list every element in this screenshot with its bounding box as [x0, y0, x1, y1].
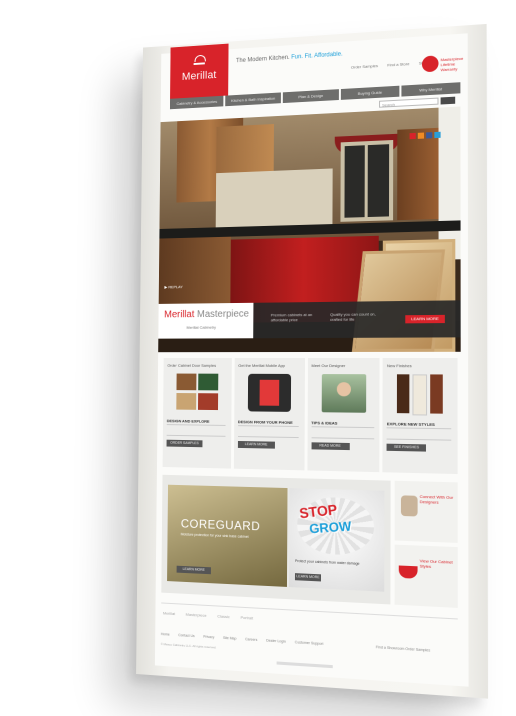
stop-grow-button[interactable]: LEARN MORE	[294, 573, 322, 582]
card-heading: Meet Our Designer	[311, 363, 346, 369]
nav-item-cabinetry[interactable]: Cabinetry & Accessories	[169, 95, 224, 110]
search-input[interactable]: Search	[379, 97, 439, 108]
hero-right-cabinets	[397, 127, 439, 221]
footer-link[interactable]: Dealer Login	[266, 638, 286, 643]
feature-cards: Order Cabinet Door Samples DESIGN AND EX…	[162, 357, 458, 475]
warranty-seal-icon	[421, 55, 439, 73]
website-page: Merillat The Modern Kitchen. Fun. Fit. A…	[154, 33, 469, 687]
poster-board: Merillat The Modern Kitchen. Fun. Fit. A…	[136, 23, 488, 699]
nav-item-buying-guide[interactable]: Buying Guide	[341, 85, 400, 100]
footer-brand-logos: Merillat Masterpiece Classic Portrait	[163, 610, 263, 621]
designer-read-more-button[interactable]: READ MORE	[311, 442, 350, 451]
card-title: DESIGN FROM YOUR PHONE	[237, 419, 293, 425]
card-title: EXPLORE NEW STYLES	[386, 421, 435, 427]
cabinet-styles-promo[interactable]: View Our Cabinet Styles	[394, 544, 458, 608]
card-heading: New Finishes	[386, 363, 412, 369]
search-button[interactable]	[440, 96, 456, 105]
replay-button[interactable]: REPLAY	[164, 284, 183, 289]
footer-link[interactable]: Contact Us	[178, 633, 195, 638]
footer-link[interactable]: Home	[161, 632, 170, 636]
coreguard-subtitle: Moisture protection for your sink base c…	[180, 532, 249, 539]
order-samples-button[interactable]: ORDER SAMPLES	[166, 439, 203, 448]
warranty-seal-text[interactable]: Masterpiece Lifetime Warranty	[441, 56, 468, 72]
footer: Merillat Masterpiece Classic Portrait Ho…	[161, 602, 458, 686]
email-icon[interactable]	[409, 132, 416, 140]
promo-subtitle: Merillat Cabinetry	[186, 324, 216, 330]
coreguard-title: COREGUARD	[180, 516, 261, 534]
card-divider	[166, 424, 226, 437]
promo-title: Merillat Masterpiece	[164, 309, 249, 321]
phone-icon	[247, 373, 291, 412]
card-divider	[386, 427, 452, 441]
sidebar-promos: Connect With Our Designers View Our Cabi…	[394, 480, 458, 608]
hero-backsplash	[215, 168, 333, 232]
hero-window	[340, 139, 394, 222]
feature-panel: COREGUARD Moisture protection for your s…	[161, 474, 391, 605]
footer-logo-masterpiece[interactable]: Masterpiece	[186, 612, 207, 618]
card-door-samples: Order Cabinet Door Samples DESIGN AND EX…	[162, 357, 232, 469]
hero-promo-bar: Merillat Masterpiece Merillat Cabinetry …	[158, 300, 461, 339]
designer-connect-text: Connect With Our Designers	[419, 493, 454, 505]
merillat-logo[interactable]: Merillat	[170, 43, 229, 99]
footer-link[interactable]: Careers	[245, 637, 257, 642]
grow-word: GROW	[308, 518, 353, 537]
twitter-icon[interactable]	[434, 131, 441, 139]
card-heading: Get the Merillat Mobile App	[238, 362, 286, 368]
card-divider	[311, 426, 374, 440]
coreguard-promo[interactable]: COREGUARD Moisture protection for your s…	[167, 484, 288, 587]
nav-item-plan-design[interactable]: Plan & Design	[282, 89, 340, 104]
nav-item-inspiration[interactable]: Kitchen & Bath Inspiration	[225, 92, 281, 107]
tagline-start: The Modern Kitchen.	[235, 54, 290, 65]
designer-photo	[321, 374, 366, 413]
app-learn-more-button[interactable]: LEARN MORE	[237, 440, 275, 449]
footer-link[interactable]: Customer Support	[295, 640, 324, 646]
top-link-order-samples[interactable]: Order Samples	[351, 63, 378, 70]
card-title: DESIGN AND EXPLORE	[166, 418, 210, 424]
footer-right-links[interactable]: Find a Showroom Order Samples	[376, 645, 430, 652]
designer-avatar	[400, 495, 418, 517]
card-designer: Meet Our Designer TIPS & IDEAS READ MORE	[306, 357, 380, 473]
rss-icon[interactable]	[417, 132, 425, 139]
card-new-finishes: New Finishes EXPLORE NEW STYLES SEE FINI…	[382, 357, 458, 475]
card-title: TIPS & IDEAS	[311, 420, 338, 426]
card-heading: Order Cabinet Door Samples	[167, 362, 217, 368]
crown-icon	[193, 54, 205, 66]
footer-link[interactable]: Site Map	[223, 636, 236, 641]
logo-text: Merillat	[181, 69, 217, 83]
tagline-highlight: Fun. Fit. Affordable.	[291, 51, 343, 61]
cabinet-styles-text: View Our Cabinet Styles	[419, 558, 453, 569]
header-tagline: The Modern Kitchen. Fun. Fit. Affordable…	[236, 52, 343, 65]
card-mobile-app: Get the Merillat Mobile App DESIGN FROM …	[233, 357, 305, 471]
footer-logo-portrait[interactable]: Portrait	[240, 615, 253, 621]
stop-grow-promo[interactable]: STOP GROW Protect your cabinets from wat…	[288, 488, 385, 592]
footer-logo-merillat[interactable]: Merillat	[163, 610, 175, 616]
door-swatch-image	[176, 373, 219, 411]
promo-column-2: Quality you can count on, crafted for li…	[330, 311, 376, 322]
nav-item-why-merillat[interactable]: Why Merillat	[401, 82, 461, 97]
footer-logo-classic[interactable]: Classic	[217, 613, 230, 619]
card-divider	[237, 425, 299, 439]
footer-link[interactable]: Privacy	[203, 635, 214, 640]
promo-title-line: Masterpiece	[196, 308, 250, 320]
coreguard-learn-more-button[interactable]: LEARN MORE	[176, 565, 211, 575]
finish-doors-image	[397, 374, 444, 416]
stop-grow-text: Protect your cabinets from water damage	[295, 558, 360, 566]
facebook-icon[interactable]	[426, 132, 433, 139]
promo-learn-more-button[interactable]: LEARN MORE	[405, 314, 445, 324]
see-finishes-button[interactable]: SEE FINISHES	[386, 443, 427, 452]
sink-icon	[398, 565, 418, 579]
promo-column-1: Premium cabinets at an affordable price	[270, 312, 313, 323]
top-link-find-store[interactable]: Find a Store	[387, 61, 409, 67]
promo-title-brand: Merillat	[164, 309, 195, 321]
footer-copyright: © Masco Cabinetry LLC. All rights reserv…	[160, 641, 217, 650]
designer-connect-promo[interactable]: Connect With Our Designers	[394, 480, 458, 543]
hero-banner[interactable]: REPLAY Merillat Masterpiece Merillat Cab…	[158, 106, 461, 353]
hero-range-hood	[216, 123, 274, 174]
footer-bar	[276, 661, 333, 669]
hero-doorway	[438, 106, 461, 260]
bottom-features: COREGUARD Moisture protection for your s…	[161, 474, 458, 608]
